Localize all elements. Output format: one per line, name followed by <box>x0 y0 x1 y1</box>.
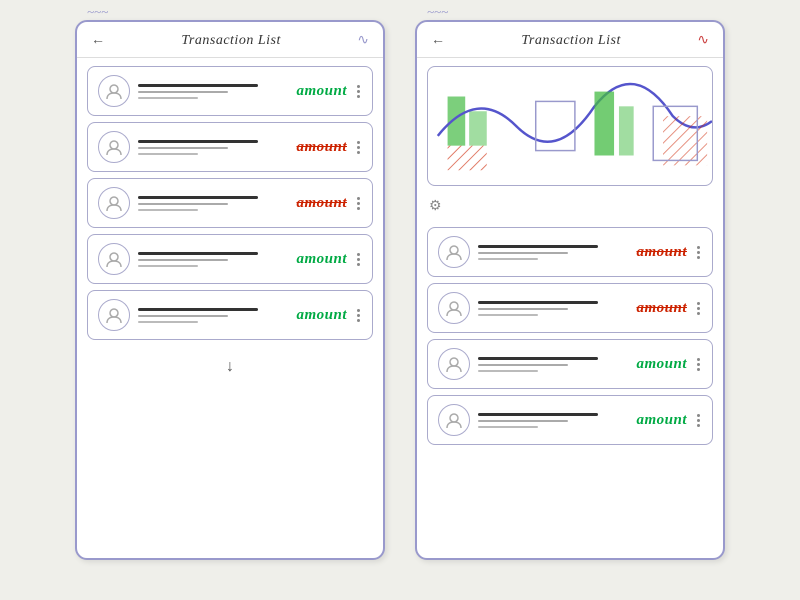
transaction-info-2 <box>138 140 288 155</box>
avatar-4 <box>98 243 130 275</box>
left-transaction-list: amount amount <box>77 58 383 348</box>
transaction-info-1 <box>138 84 288 99</box>
right-transaction-item-2: amount <box>427 283 713 333</box>
right-phone-frame: ~~~ ← Transaction List ∿ <box>415 20 725 560</box>
dots-menu-2[interactable] <box>355 139 362 156</box>
right-line-short-3 <box>478 370 538 372</box>
line-secondary-short-5 <box>138 321 198 323</box>
amount-label-3: amount <box>296 195 347 212</box>
line-primary-1 <box>138 84 258 87</box>
line-secondary-3 <box>138 203 228 205</box>
right-line-primary-3 <box>478 357 598 360</box>
right-line-short-2 <box>478 314 538 316</box>
left-chart-icon[interactable]: ∿ <box>357 32 369 49</box>
left-header: ← Transaction List ∿ <box>77 22 383 58</box>
right-amount-label-3: amount <box>636 356 687 373</box>
right-line-secondary-3 <box>478 364 568 366</box>
right-line-secondary-2 <box>478 308 568 310</box>
left-phone-frame: ~~~ ← Transaction List ∿ amount <box>75 20 385 560</box>
left-transaction-item-5: amount <box>87 290 373 340</box>
right-amount-label-4: amount <box>636 412 687 429</box>
amount-label-5: amount <box>296 307 347 324</box>
right-line-secondary-4 <box>478 420 568 422</box>
line-secondary-2 <box>138 147 228 149</box>
right-dots-menu-4[interactable] <box>695 412 702 429</box>
right-dots-menu-3[interactable] <box>695 356 702 373</box>
line-secondary-short-1 <box>138 97 198 99</box>
right-line-primary-2 <box>478 301 598 304</box>
left-logo: ~~~ <box>87 4 108 20</box>
line-primary-3 <box>138 196 258 199</box>
right-logo: ~~~ <box>427 4 448 20</box>
right-line-short-1 <box>478 258 538 260</box>
left-transaction-item-1: amount <box>87 66 373 116</box>
gear-icon[interactable]: ⚙ <box>417 194 723 219</box>
right-line-short-4 <box>478 426 538 428</box>
right-transaction-list: amount amount <box>417 219 723 453</box>
left-back-arrow[interactable]: ← <box>91 33 105 49</box>
right-amount-label-1: amount <box>636 244 687 261</box>
right-dots-menu-1[interactable] <box>695 244 702 261</box>
line-primary-4 <box>138 252 258 255</box>
line-secondary-short-2 <box>138 153 198 155</box>
main-container: ~~~ ← Transaction List ∿ amount <box>0 0 800 600</box>
right-line-primary-4 <box>478 413 598 416</box>
line-secondary-5 <box>138 315 228 317</box>
right-transaction-info-2 <box>478 301 628 316</box>
right-title: Transaction List <box>521 33 620 49</box>
scroll-down-indicator[interactable]: ↓ <box>77 348 383 386</box>
right-avatar-4 <box>438 404 470 436</box>
right-avatar-1 <box>438 236 470 268</box>
right-avatar-3 <box>438 348 470 380</box>
right-transaction-item-1: amount <box>427 227 713 277</box>
avatar-5 <box>98 299 130 331</box>
amount-label-2: amount <box>296 139 347 156</box>
right-avatar-2 <box>438 292 470 324</box>
avatar-3 <box>98 187 130 219</box>
right-line-secondary-1 <box>478 252 568 254</box>
transaction-info-5 <box>138 308 288 323</box>
left-title: Transaction List <box>181 33 280 49</box>
right-transaction-item-3: amount <box>427 339 713 389</box>
right-amount-label-2: amount <box>636 300 687 317</box>
right-chart-icon[interactable]: ∿ <box>697 32 709 49</box>
right-transaction-info-1 <box>478 245 628 260</box>
line-primary-5 <box>138 308 258 311</box>
transaction-info-3 <box>138 196 288 211</box>
left-transaction-item-4: amount <box>87 234 373 284</box>
right-back-arrow[interactable]: ← <box>431 33 445 49</box>
right-line-primary-1 <box>478 245 598 248</box>
line-secondary-4 <box>138 259 228 261</box>
dots-menu-5[interactable] <box>355 307 362 324</box>
line-secondary-short-3 <box>138 209 198 211</box>
transaction-info-4 <box>138 252 288 267</box>
avatar-2 <box>98 131 130 163</box>
left-transaction-item-3: amount <box>87 178 373 228</box>
right-header: ← Transaction List ∿ <box>417 22 723 58</box>
amount-label-1: amount <box>296 83 347 100</box>
line-secondary-1 <box>138 91 228 93</box>
avatar-1 <box>98 75 130 107</box>
dots-menu-3[interactable] <box>355 195 362 212</box>
line-primary-2 <box>138 140 258 143</box>
dots-menu-4[interactable] <box>355 251 362 268</box>
line-secondary-short-4 <box>138 265 198 267</box>
right-dots-menu-2[interactable] <box>695 300 702 317</box>
right-transaction-item-4: amount <box>427 395 713 445</box>
left-transaction-item-2: amount <box>87 122 373 172</box>
dots-menu-1[interactable] <box>355 83 362 100</box>
chart-area <box>427 66 713 186</box>
right-transaction-info-3 <box>478 357 628 372</box>
right-transaction-info-4 <box>478 413 628 428</box>
amount-label-4: amount <box>296 251 347 268</box>
